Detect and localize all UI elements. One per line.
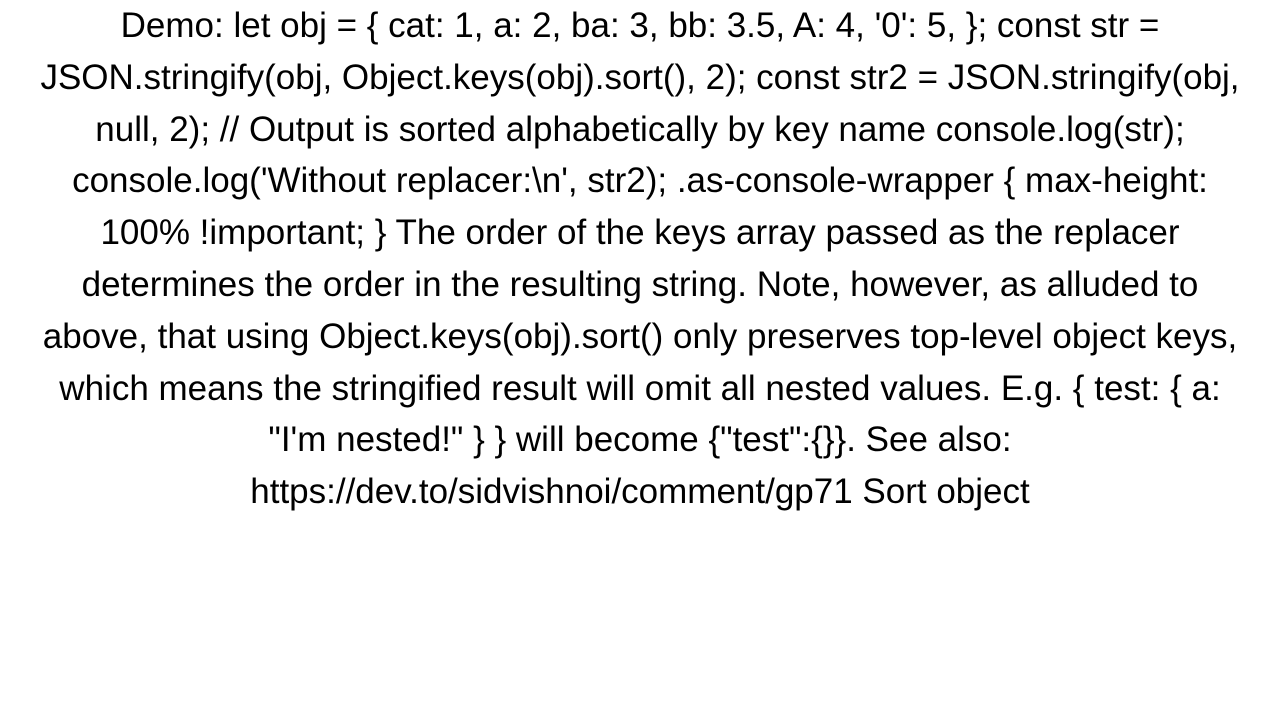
body-text: Demo: let obj = { cat: 1, a: 2, ba: 3, b… — [40, 6, 1239, 511]
document-body: Demo: let obj = { cat: 1, a: 2, ba: 3, b… — [0, 0, 1280, 720]
